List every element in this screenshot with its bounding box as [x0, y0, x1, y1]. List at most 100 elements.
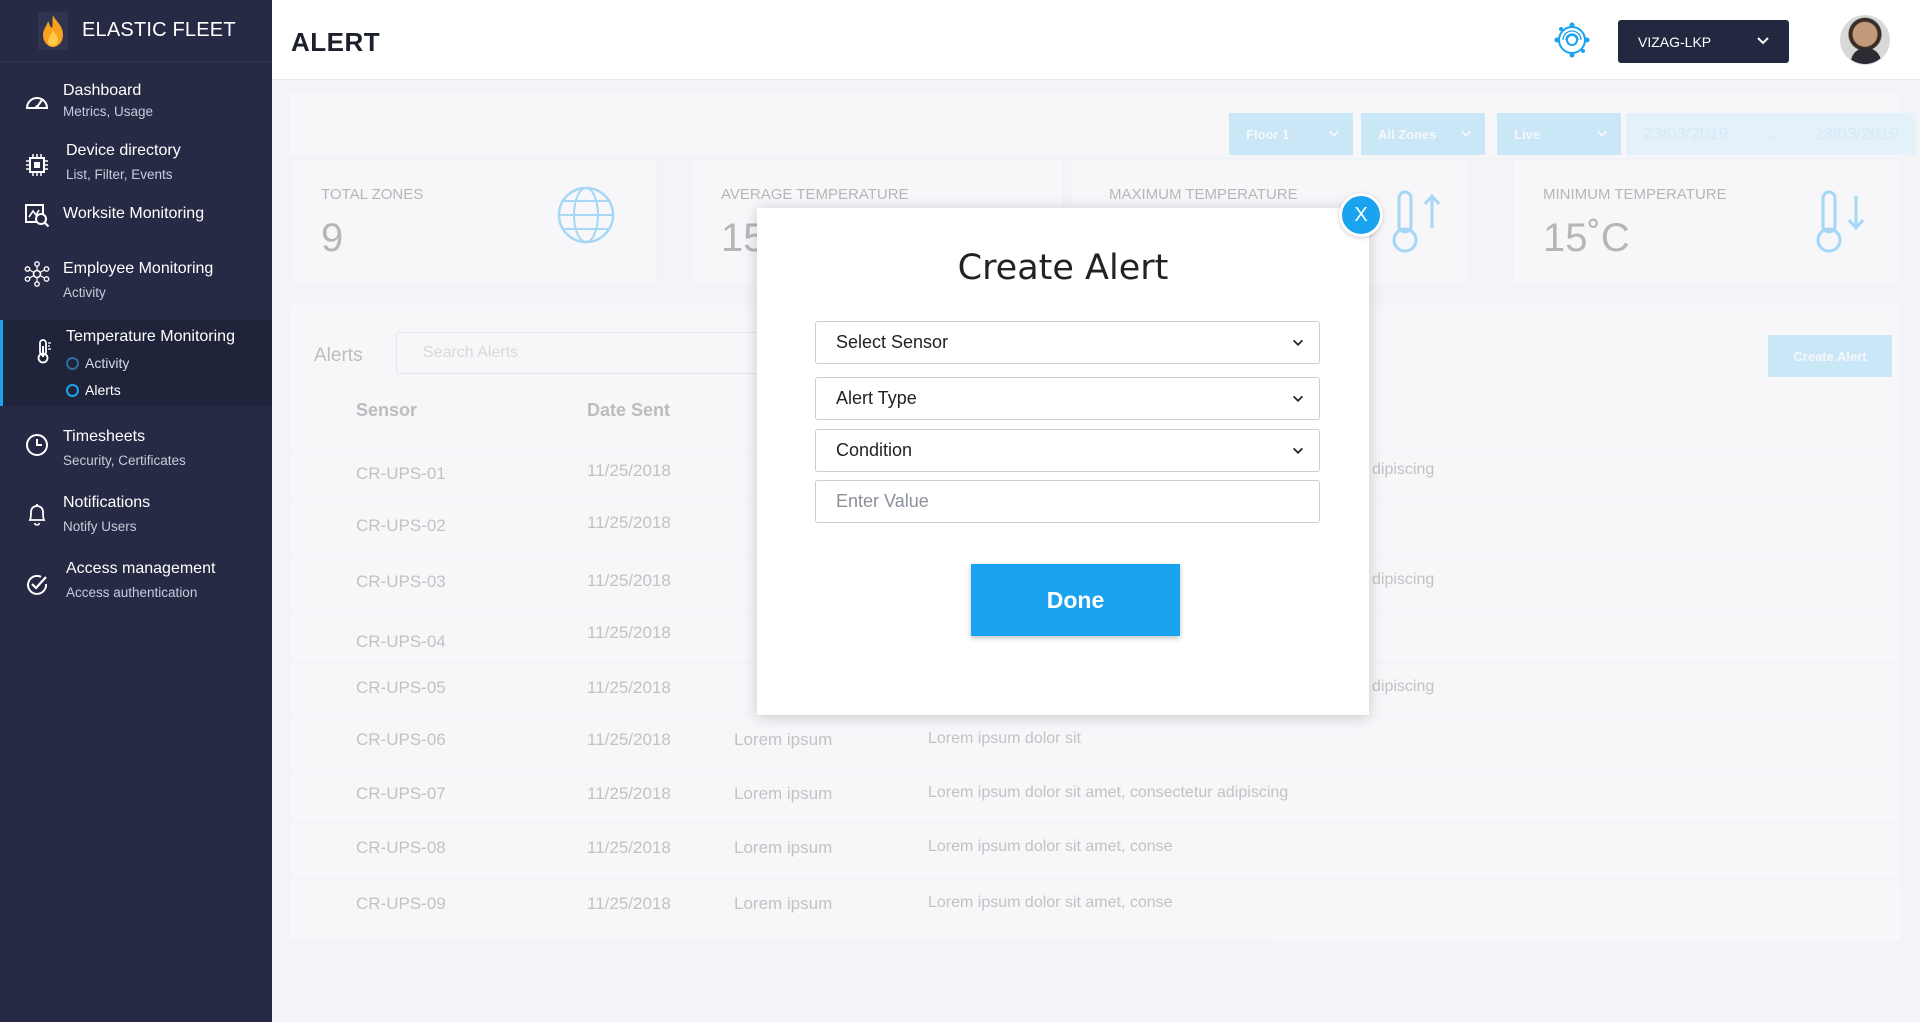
close-modal-button[interactable]: X	[1339, 193, 1383, 237]
sidebar-item-temperature-monitoring[interactable]: Temperature Monitoring	[0, 320, 272, 406]
row-date: 11/25/2018	[587, 730, 671, 749]
chevron-down-icon	[1329, 130, 1339, 137]
sidebar-subitem-activity[interactable]: Activity	[66, 355, 129, 371]
table-row[interactable]: CR-UPS-06 11/25/2018 Lorem ipsum Lorem i…	[290, 715, 1900, 767]
stat-label: AVERAGE TEMPERATURE	[721, 186, 909, 203]
row-sensor: CR-UPS-06	[356, 730, 446, 749]
sidebar-item-timesheets[interactable]: Timesheets Security, Certificates	[0, 428, 272, 478]
done-button[interactable]: Done	[971, 564, 1180, 636]
sidebar-item-label: Dashboard	[63, 82, 142, 99]
row-date: 11/25/2018	[587, 838, 671, 857]
sidebar-item-employee-monitoring[interactable]: Employee Monitoring Activity	[0, 258, 272, 308]
chevron-down-icon	[1293, 395, 1303, 402]
sidebar-item-sub: Security, Certificates	[63, 453, 186, 468]
sidebar-item-label: Device directory	[66, 142, 181, 159]
column-header-date-sent[interactable]: Date Sent	[587, 400, 670, 421]
chip-icon	[26, 154, 48, 176]
site-select[interactable]: VIZAG-LKP	[1618, 20, 1789, 63]
thermometer-up-icon	[1392, 190, 1441, 253]
zones-filter[interactable]: All Zones	[1361, 113, 1485, 155]
row-date: 11/25/2018	[587, 784, 671, 803]
row-sensor: CR-UPS-07	[356, 784, 446, 803]
sidebar-item-dashboard[interactable]: Dashboard Metrics, Usage	[0, 80, 272, 126]
row-type: Lorem ipsum	[734, 784, 833, 803]
floor-filter-value: Floor 1	[1246, 126, 1290, 142]
floor-filter[interactable]: Floor 1	[1229, 113, 1353, 155]
search-alerts-input[interactable]: Search Alerts	[396, 332, 786, 374]
chevron-down-icon	[1597, 130, 1607, 137]
alert-type-dropdown[interactable]: Alert Type	[815, 377, 1320, 420]
radio-selected-icon	[66, 383, 79, 397]
sidebar-item-device-directory[interactable]: Device directory List, Filter, Events	[0, 140, 272, 190]
sidebar-item-sub: Access authentication	[66, 585, 198, 600]
row-description: dipiscing	[1372, 461, 1435, 478]
date-arrow-icon: →	[1762, 124, 1780, 143]
table-row[interactable]: CR-UPS-07 11/25/2018 Lorem ipsum Lorem i…	[290, 769, 1900, 821]
stat-card-minimum-temperature: MINIMUM TEMPERATURE 15˚C	[1512, 159, 1902, 285]
sidebar-item-sub: List, Filter, Events	[66, 167, 173, 182]
network-hub-icon[interactable]	[1552, 20, 1592, 60]
row-description: Lorem ipsum dolor sit	[928, 730, 1081, 747]
row-sensor: CR-UPS-08	[356, 838, 446, 857]
stat-label: MINIMUM TEMPERATURE	[1543, 186, 1727, 203]
sidebar-item-notifications[interactable]: Notifications Notify Users	[0, 494, 272, 544]
sidebar: ELASTIC FLEET Dashboard Metrics, Usage D…	[0, 0, 272, 1022]
user-avatar[interactable]	[1840, 15, 1890, 65]
globe-icon	[557, 186, 615, 244]
mode-filter[interactable]: Live	[1497, 113, 1621, 155]
row-date: 11/25/2018	[587, 571, 671, 590]
row-sensor: CR-UPS-04	[356, 632, 446, 651]
sidebar-item-worksite-monitoring[interactable]: Worksite Monitoring	[0, 202, 272, 230]
row-sensor: CR-UPS-03	[356, 572, 446, 591]
sidebar-item-label: Access management	[66, 560, 216, 577]
row-type: Lorem ipsum	[734, 894, 833, 913]
alert-type-value: Alert Type	[836, 388, 917, 408]
bell-icon	[28, 504, 46, 526]
top-bar: ALERT VIZAG-LKP	[272, 0, 1920, 80]
row-type: Lorem ipsum	[734, 838, 833, 857]
gauge-icon	[25, 97, 49, 109]
table-row[interactable]: CR-UPS-09 11/25/2018 Lorem ipsum Lorem i…	[290, 879, 1900, 931]
row-sensor: CR-UPS-09	[356, 894, 446, 913]
brand[interactable]: ELASTIC FLEET	[0, 0, 272, 62]
modal-title: Create Alert	[957, 248, 1169, 288]
create-alert-modal: X Create Alert Select Sensor Alert Type …	[757, 193, 1383, 715]
sidebar-item-label: Notifications	[63, 494, 151, 511]
condition-value: Condition	[836, 440, 913, 460]
sidebar-subitem-alerts[interactable]: Alerts	[66, 382, 121, 398]
select-sensor-dropdown[interactable]: Select Sensor	[815, 321, 1320, 364]
filters-bar: Floor 1 All Zones Live 23/03/2019 → 23/0…	[290, 93, 1916, 157]
row-description: Lorem ipsum dolor sit amet, conse	[928, 894, 1173, 911]
create-alert-button[interactable]: Create Alert	[1768, 335, 1892, 377]
clock-icon	[26, 434, 48, 456]
chevron-down-icon	[1293, 339, 1303, 346]
row-description: dipiscing	[1372, 678, 1435, 695]
mode-filter-value: Live	[1514, 126, 1541, 142]
chevron-down-icon	[1293, 447, 1303, 454]
table-row[interactable]: CR-UPS-08 11/25/2018 Lorem ipsum Lorem i…	[290, 823, 1900, 875]
column-header-sensor[interactable]: Sensor	[356, 400, 417, 421]
sidebar-item-access-management[interactable]: Access management Access authentication	[0, 560, 272, 610]
date-range-picker[interactable]: 23/03/2019 → 23/03/2019	[1626, 113, 1916, 155]
date-to: 23/03/2019	[1813, 124, 1899, 143]
sidebar-item-label: Worksite Monitoring	[63, 205, 205, 222]
flame-logo-icon	[38, 11, 68, 50]
stat-label: TOTAL ZONES	[321, 186, 424, 203]
stat-value: 15˚C	[1543, 216, 1630, 260]
site-select-value: VIZAG-LKP	[1638, 33, 1712, 50]
sidebar-subitem-label: Alerts	[85, 382, 121, 398]
stat-card-total-zones: TOTAL ZONES 9	[290, 159, 657, 285]
sidebar-item-label: Employee Monitoring	[63, 260, 214, 277]
thermometer-icon	[37, 339, 51, 364]
sidebar-item-label: Timesheets	[63, 428, 146, 445]
row-type: Lorem ipsum	[734, 730, 833, 749]
enter-value-input[interactable]: Enter Value	[815, 480, 1320, 523]
select-sensor-value: Select Sensor	[836, 332, 949, 352]
chevron-down-icon	[1461, 130, 1471, 137]
row-date: 11/25/2018	[587, 513, 671, 532]
sidebar-item-label: Temperature Monitoring	[66, 328, 235, 345]
row-sensor: CR-UPS-05	[356, 678, 446, 697]
row-description: Lorem ipsum dolor sit amet, conse	[928, 838, 1173, 855]
radio-icon	[66, 356, 79, 370]
condition-dropdown[interactable]: Condition	[815, 429, 1320, 472]
